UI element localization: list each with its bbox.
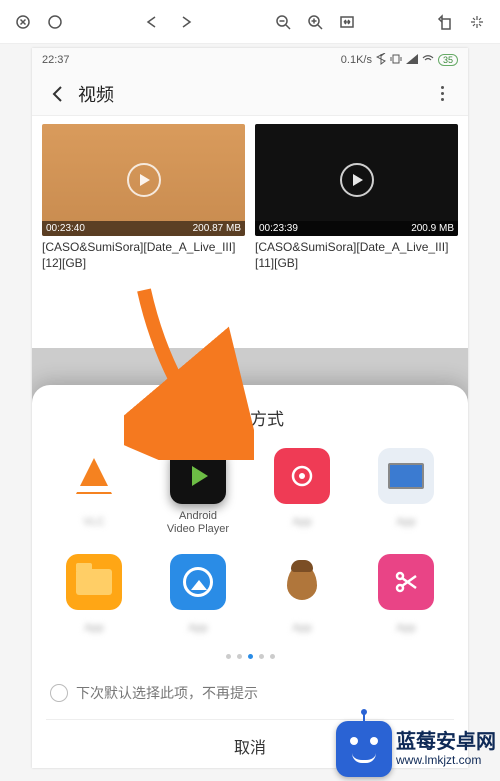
sparkle-icon[interactable] bbox=[464, 9, 490, 35]
app-android-video-player[interactable]: Android Video Player bbox=[150, 448, 246, 536]
fit-width-icon[interactable] bbox=[334, 9, 360, 35]
more-icon bbox=[441, 86, 444, 101]
app-label: VLC bbox=[83, 510, 104, 536]
signal-icon bbox=[406, 54, 418, 67]
sheet-title: 打开方式 bbox=[46, 405, 454, 430]
vibrate-icon bbox=[390, 54, 402, 67]
zoom-in-icon[interactable] bbox=[302, 9, 328, 35]
page-title: 视频 bbox=[78, 81, 114, 107]
app-label: App bbox=[396, 616, 416, 642]
app-grid: VLC Android Video Player App App App bbox=[46, 448, 454, 642]
back-arrow-icon[interactable] bbox=[140, 9, 166, 35]
video-title: [CASO&SumiSora][Date_A_Live_III][11][GB] bbox=[255, 240, 458, 271]
battery-icon: 35 bbox=[438, 54, 458, 66]
app-pc[interactable]: App bbox=[358, 448, 454, 536]
vlc-icon bbox=[66, 448, 122, 504]
app-label: Android Video Player bbox=[167, 510, 229, 536]
forward-arrow-icon[interactable] bbox=[172, 9, 198, 35]
back-button[interactable] bbox=[44, 80, 72, 108]
app-gallery[interactable]: App bbox=[150, 554, 246, 642]
bluetooth-icon bbox=[376, 53, 386, 68]
remember-choice-row[interactable]: 下次默认选择此项，不再提示 bbox=[46, 675, 454, 720]
app-label: App bbox=[396, 510, 416, 536]
video-size: 200.87 MB bbox=[193, 223, 241, 234]
page-indicator bbox=[46, 654, 454, 659]
wifi-icon bbox=[422, 54, 434, 67]
app-clip[interactable]: App bbox=[358, 554, 454, 642]
video-title: [CASO&SumiSora][Date_A_Live_III][12][GB] bbox=[42, 240, 245, 271]
rotate-icon[interactable] bbox=[432, 9, 458, 35]
video-item[interactable]: 00:23:40 200.87 MB [CASO&SumiSora][Date_… bbox=[42, 124, 245, 271]
play-icon bbox=[340, 163, 374, 197]
status-time: 22:37 bbox=[42, 54, 70, 66]
watermark: 蓝莓安卓网 www.lmkjzt.com bbox=[336, 721, 496, 777]
play-icon bbox=[127, 163, 161, 197]
folder-icon bbox=[66, 554, 122, 610]
app-vlc[interactable]: VLC bbox=[46, 448, 142, 536]
status-net: 0.1K/s bbox=[341, 54, 372, 66]
android-video-player-icon bbox=[170, 448, 226, 504]
app-label: App bbox=[84, 616, 104, 642]
overflow-menu[interactable] bbox=[428, 80, 456, 108]
watermark-logo bbox=[336, 721, 392, 777]
video-thumbnail: 00:23:39 200.9 MB bbox=[255, 124, 458, 236]
phone-frame: 22:37 0.1K/s 35 视频 bbox=[32, 48, 468, 768]
app-bar: 视频 bbox=[32, 72, 468, 116]
status-bar: 22:37 0.1K/s 35 bbox=[32, 48, 468, 72]
pc-icon bbox=[378, 448, 434, 504]
checkbox-icon[interactable] bbox=[50, 684, 68, 702]
inshot-icon bbox=[274, 448, 330, 504]
scissors-icon bbox=[378, 554, 434, 610]
watermark-title: 蓝莓安卓网 bbox=[396, 732, 496, 752]
watermark-url: www.lmkjzt.com bbox=[396, 754, 496, 766]
zoom-out-icon[interactable] bbox=[270, 9, 296, 35]
app-label: App bbox=[188, 616, 208, 642]
video-gallery: 00:23:40 200.87 MB [CASO&SumiSora][Date_… bbox=[32, 116, 468, 279]
video-thumbnail: 00:23:40 200.87 MB bbox=[42, 124, 245, 236]
video-duration: 00:23:39 bbox=[259, 223, 298, 234]
video-duration: 00:23:40 bbox=[46, 223, 85, 234]
outer-toolbar bbox=[0, 0, 500, 44]
app-label: App bbox=[292, 510, 312, 536]
app-nut[interactable]: App bbox=[254, 554, 350, 642]
nut-icon bbox=[274, 554, 330, 610]
video-size: 200.9 MB bbox=[411, 223, 454, 234]
video-item[interactable]: 00:23:39 200.9 MB [CASO&SumiSora][Date_A… bbox=[255, 124, 458, 271]
app-folder[interactable]: App bbox=[46, 554, 142, 642]
gallery-icon bbox=[170, 554, 226, 610]
app-inshot[interactable]: App bbox=[254, 448, 350, 536]
stop-icon[interactable] bbox=[42, 9, 68, 35]
app-label: App bbox=[292, 616, 312, 642]
open-with-sheet: 打开方式 VLC Android Video Player App App bbox=[32, 385, 468, 768]
close-icon[interactable] bbox=[10, 9, 36, 35]
remember-choice-label: 下次默认选择此项，不再提示 bbox=[76, 683, 258, 703]
